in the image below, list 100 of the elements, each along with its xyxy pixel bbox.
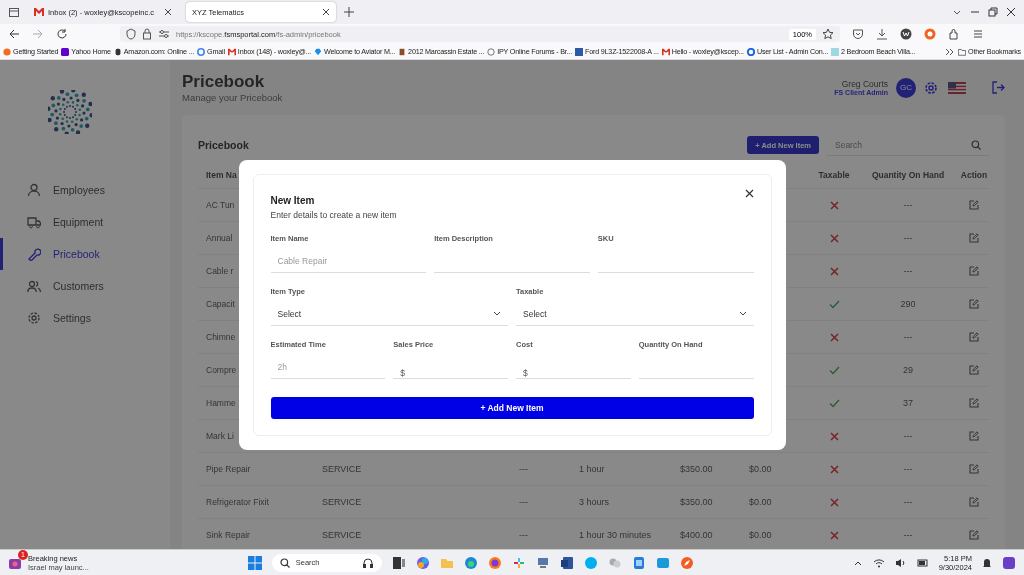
sidebar-item[interactable]: Settings [0, 302, 170, 334]
sidebar-item[interactable]: Pricebook [0, 238, 170, 270]
edit-icon[interactable] [969, 398, 979, 408]
user-name: Greg Courts [840, 79, 888, 89]
computer-icon[interactable] [535, 555, 550, 570]
edit-icon[interactable] [969, 497, 979, 507]
column-header: Taxable [817, 169, 851, 180]
headset-icon [361, 556, 374, 569]
table-cell-text: --- [902, 464, 914, 474]
table-cell: --- [519, 464, 528, 474]
battery-icon[interactable] [916, 557, 929, 568]
avatar[interactable]: GC [896, 77, 916, 98]
edit-icon[interactable] [969, 299, 979, 309]
bookmark-favicon-icon [3, 47, 11, 56]
edit-icon[interactable] [969, 200, 979, 210]
bookmark-favicon-icon [113, 47, 122, 56]
close-icon[interactable] [322, 8, 330, 16]
table-cell-text: --- [902, 233, 914, 243]
sidebar-item[interactable]: Employees [0, 174, 170, 206]
table-cell-text: --- [902, 497, 914, 507]
close-icon[interactable] [164, 8, 172, 16]
search-icon[interactable] [971, 140, 981, 150]
edit-icon[interactable] [969, 431, 979, 441]
bookmark-favicon-icon [746, 47, 755, 56]
add-item-button[interactable]: + Add New Item [270, 397, 754, 419]
table-cell: $350.00 [680, 464, 713, 474]
forward-icon[interactable] [32, 28, 44, 40]
settings-icon[interactable] [924, 80, 938, 95]
compass-icon[interactable] [679, 555, 694, 570]
edit-icon[interactable] [969, 266, 979, 276]
sidebar-item[interactable]: Customers [0, 270, 170, 302]
close-icon[interactable] [1006, 7, 1016, 17]
table-cell: 1 hour [579, 464, 605, 474]
edit-icon[interactable] [969, 233, 979, 243]
edit-icon[interactable] [969, 530, 979, 540]
app-icon[interactable] [631, 555, 646, 570]
task-view-icon[interactable] [391, 555, 406, 570]
bookmark-favicon-icon [831, 47, 839, 56]
caret-icon [738, 311, 747, 316]
browser-icon[interactable] [463, 555, 478, 570]
star-icon[interactable] [822, 28, 834, 40]
table-cell-text: 29 [902, 365, 914, 375]
bookmark-favicon-icon [314, 47, 323, 56]
table-cell: Capacit [206, 299, 235, 309]
chat-icon[interactable] [583, 555, 598, 570]
wifi-icon[interactable] [872, 557, 885, 568]
wrench-icon [27, 247, 41, 261]
document-icon[interactable] [559, 555, 574, 570]
table-cell-text: --- [902, 530, 914, 540]
table-cell: SERVICE [322, 530, 362, 540]
edit-icon[interactable] [969, 365, 979, 375]
bookmark-favicon-icon [574, 47, 583, 56]
menu-icon[interactable] [972, 28, 984, 40]
logout-icon[interactable] [992, 81, 1005, 94]
table-cell: Mark Li [206, 431, 234, 441]
new-tab-icon[interactable] [344, 7, 354, 17]
sidebar-item[interactable]: Equipment [0, 206, 170, 238]
select-field[interactable]: Select [516, 302, 754, 326]
page-title: Pricebook [182, 72, 266, 92]
restore-icon[interactable] [988, 7, 998, 17]
table-cell: SERVICE [322, 497, 362, 507]
extension-icon[interactable] [900, 28, 912, 40]
download-icon[interactable] [876, 28, 888, 40]
table-cell-text: --- [902, 332, 914, 342]
browser-icon[interactable] [487, 555, 502, 570]
table-cell: 3 hours [579, 497, 610, 507]
back-icon[interactable] [8, 28, 20, 40]
start-icon[interactable] [247, 555, 262, 570]
input-field[interactable]: Cable Repair [270, 249, 427, 273]
currency-symbol: $ [523, 368, 528, 378]
close-icon[interactable] [744, 189, 754, 198]
flag-icon[interactable] [948, 81, 966, 94]
input-field[interactable]: 2h [270, 355, 386, 379]
bookmark-favicon-icon [61, 47, 70, 56]
search-icon [279, 557, 290, 568]
table-cell: SERVICE [322, 464, 362, 474]
reload-icon[interactable] [56, 28, 68, 40]
pocket-icon[interactable] [852, 28, 864, 40]
app-icon[interactable] [511, 555, 526, 570]
logo-drawing [48, 90, 92, 134]
app-icon[interactable] [1002, 555, 1016, 570]
permissions-icon[interactable] [158, 29, 170, 39]
app-icon[interactable] [655, 555, 670, 570]
settings-icon [27, 311, 41, 325]
speaker-icon[interactable] [894, 557, 907, 568]
select-field[interactable]: Select [270, 302, 508, 326]
truck-icon [27, 215, 41, 229]
table-cell: Annual [206, 233, 233, 243]
tab-list-icon[interactable] [8, 6, 20, 18]
table-cell: $350.00 [680, 497, 713, 507]
table-cell: Compre [206, 365, 237, 375]
modal-title: New Item [270, 195, 316, 206]
edit-icon[interactable] [969, 464, 979, 474]
bookmark-favicon-icon [398, 47, 407, 56]
edit-icon[interactable] [969, 332, 979, 342]
shield-icon[interactable] [126, 28, 136, 40]
more-icon[interactable] [945, 46, 956, 57]
card-title: Pricebook [198, 139, 249, 151]
lock-icon[interactable] [142, 28, 152, 40]
copilot-icon[interactable] [415, 555, 430, 570]
